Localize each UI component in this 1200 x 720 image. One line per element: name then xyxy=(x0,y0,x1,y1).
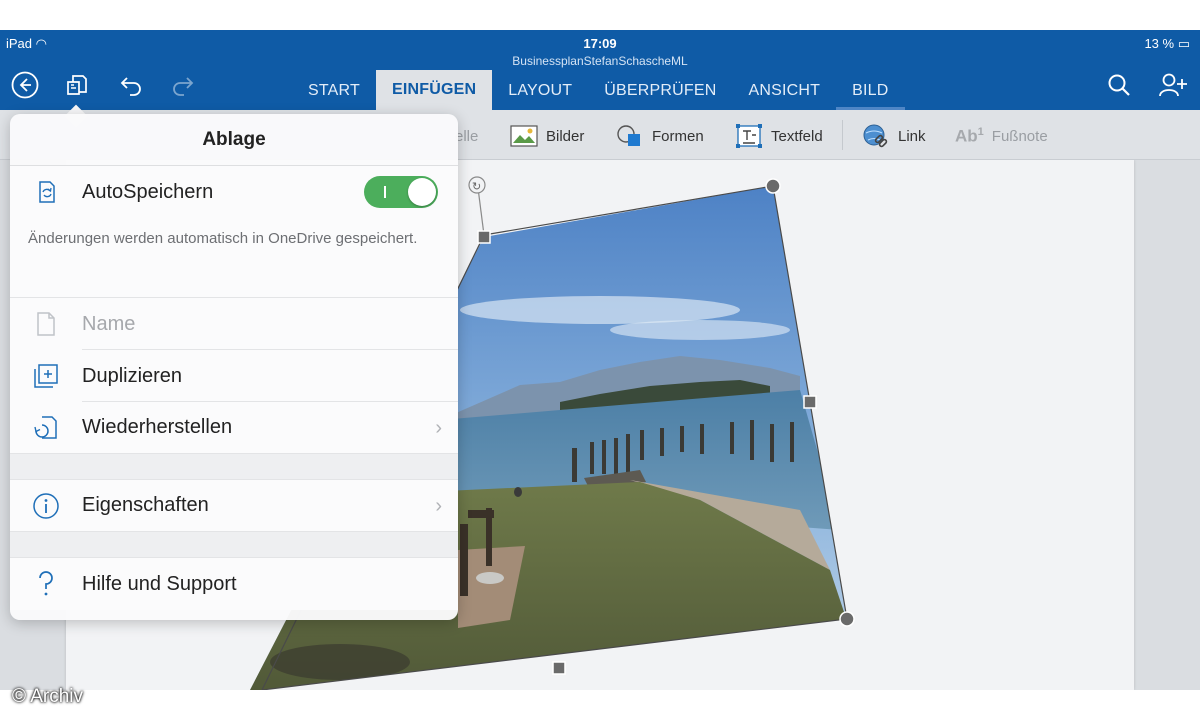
question-mark-icon xyxy=(30,570,62,598)
search-icon[interactable] xyxy=(1102,68,1136,102)
share-person-icon[interactable] xyxy=(1156,68,1190,102)
restore-label: Wiederherstellen xyxy=(82,416,233,438)
tab-ueberpruefen[interactable]: ÜBERPRÜFEN xyxy=(588,72,732,110)
undo-icon[interactable] xyxy=(114,68,148,102)
chevron-right-icon: › xyxy=(435,495,442,517)
autosave-label: AutoSpeichern xyxy=(82,180,214,203)
autosave-description: Änderungen werden automatisch in OneDriv… xyxy=(10,218,458,298)
name-row[interactable]: Name xyxy=(10,298,458,350)
clock: 17:09 xyxy=(583,36,617,51)
svg-text:↻: ↻ xyxy=(472,180,481,193)
autosave-toggle[interactable] xyxy=(364,176,438,208)
redo-icon[interactable] xyxy=(166,68,200,102)
autosave-icon xyxy=(30,178,62,206)
app-toolbar: iPad ◠ 17:09 13 % ▭ BusinessplanStefanSc… xyxy=(0,30,1200,110)
help-label: Hilfe und Support xyxy=(82,572,237,595)
copyright-watermark: © Archiv xyxy=(12,686,84,707)
textbox-icon xyxy=(736,124,762,148)
picture-icon xyxy=(510,125,538,147)
help-row[interactable]: Hilfe und Support xyxy=(10,558,458,610)
app-window: ↻ iPad ◠ 17:09 13 % ▭ BusinessplanStefan… xyxy=(0,30,1200,690)
duplicate-row[interactable]: Duplizieren xyxy=(10,350,458,402)
back-icon[interactable] xyxy=(8,68,42,102)
properties-label: Eigenschaften xyxy=(82,494,209,516)
ribbon-divider xyxy=(842,120,843,150)
textbox-button[interactable]: Textfeld xyxy=(735,124,823,148)
tab-start[interactable]: START xyxy=(292,72,376,110)
tab-ansicht[interactable]: ANSICHT xyxy=(733,72,837,110)
battery-icon: ▭ xyxy=(1177,36,1190,51)
pictures-button[interactable]: Bilder xyxy=(510,124,584,148)
footnote-button[interactable]: Ab1 Fußnote xyxy=(955,124,1048,148)
toggle-on-mark xyxy=(384,186,386,198)
tab-einfuegen[interactable]: EINFÜGEN xyxy=(375,70,493,110)
document-title: BusinessplanStefanSchascheML xyxy=(512,54,688,68)
section-gap xyxy=(10,532,458,558)
ribbon-tabs: START EINFÜGEN LAYOUT ÜBERPRÜFEN ANSICHT… xyxy=(292,70,905,110)
file-menu-icon[interactable] xyxy=(60,68,94,102)
duplicate-icon xyxy=(30,362,62,390)
duplicate-label: Duplizieren xyxy=(82,364,183,387)
name-label: Name xyxy=(82,312,136,335)
shapes-button[interactable]: Formen xyxy=(616,124,704,148)
restore-icon xyxy=(30,414,62,442)
popover-title: Ablage xyxy=(10,114,458,166)
tab-bild[interactable]: BILD xyxy=(836,72,905,110)
toggle-knob xyxy=(408,178,436,206)
footnote-icon: Ab1 xyxy=(955,125,984,146)
file-popover: Ablage AutoSpeichern Änderungen werden a… xyxy=(10,114,458,620)
restore-row[interactable]: Wiederherstellen › xyxy=(10,402,458,454)
table-button[interactable]: elle xyxy=(455,124,478,148)
link-globe-icon xyxy=(863,124,888,148)
battery-indicator: 13 % ▭ xyxy=(1144,36,1190,51)
shapes-icon xyxy=(617,125,640,146)
section-gap xyxy=(10,454,458,480)
autosave-row: AutoSpeichern xyxy=(10,166,458,218)
link-button[interactable]: Link xyxy=(862,124,926,148)
document-icon xyxy=(30,310,62,338)
properties-row[interactable]: Eigenschaften › xyxy=(10,480,458,532)
tab-layout[interactable]: LAYOUT xyxy=(492,72,588,110)
chevron-right-icon: › xyxy=(435,417,442,439)
info-icon xyxy=(30,492,62,520)
